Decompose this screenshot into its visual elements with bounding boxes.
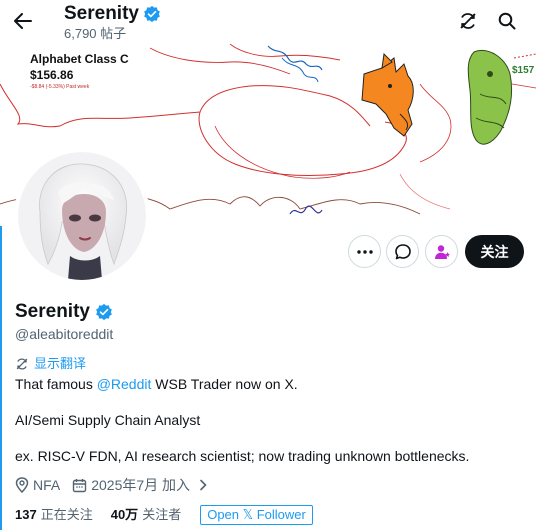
more-button[interactable] (348, 235, 381, 268)
header-title: Serenity 6,790 帖子 (64, 3, 161, 42)
back-button[interactable] (10, 6, 36, 36)
message-button[interactable] (386, 235, 419, 268)
translate-icon (16, 358, 28, 370)
verified-badge-icon[interactable] (95, 303, 113, 321)
avatar[interactable] (14, 148, 150, 284)
location: NFA (15, 476, 60, 494)
location-text: NFA (33, 477, 61, 493)
header-name: Serenity (64, 3, 139, 24)
translate-label: 显示翻译 (34, 356, 87, 371)
back-arrow-icon (14, 13, 32, 29)
calendar-icon (73, 478, 87, 492)
followers-count: 40万 (110, 507, 139, 522)
bio-line-2: AI/Semi Supply Chain Analyst (15, 412, 201, 428)
chevron-right-icon[interactable] (198, 479, 208, 491)
search-button[interactable] (493, 7, 521, 35)
verified-badge-icon (144, 5, 160, 23)
followers-link[interactable]: 40万 关注者 (111, 506, 181, 524)
refresh-button[interactable] (454, 7, 482, 35)
location-icon (15, 477, 29, 493)
followers-label: 关注者 (142, 507, 182, 522)
stock-name: Alphabet Class C (30, 52, 129, 66)
following-label: 正在关注 (40, 507, 93, 522)
open-follower-button[interactable]: Open 𝕏 Follower (200, 505, 313, 525)
focus-indicator (0, 226, 2, 530)
translate-button[interactable]: 显示翻译 (15, 356, 86, 372)
refresh-icon (460, 13, 476, 29)
follow-stats: 137 正在关注 40万 关注者 Open 𝕏 Follower (15, 505, 313, 525)
message-icon (394, 243, 411, 259)
stock-card: Alphabet Class C $156.86 -$8.84 (-5.33%)… (30, 52, 129, 91)
following-count: 137 (15, 507, 37, 522)
following-link[interactable]: 137 正在关注 (15, 506, 93, 524)
profile-header: Serenity 6,790 帖子 (0, 0, 536, 44)
join-date: 2025年7月 加入 (72, 476, 208, 494)
stock-price: $156.86 (30, 68, 74, 82)
banner-price-label: $157 (512, 65, 535, 76)
profile-name: Serenity (15, 301, 90, 322)
more-icon (356, 249, 373, 254)
subscribe-person-icon (434, 244, 450, 259)
join-date-text: 2025年7月 加入 (91, 477, 191, 493)
follow-button[interactable]: 关注 (465, 235, 524, 268)
reddit-mention-link[interactable]: @Reddit (97, 376, 152, 392)
avatar-image (18, 152, 146, 280)
subscribe-button[interactable] (425, 235, 458, 268)
profile-name-row: Serenity (15, 301, 113, 323)
bio-line-3: ex. RISC-V FDN, AI research scientist; n… (15, 448, 470, 464)
posts-count: 6,790 帖子 (64, 26, 127, 41)
profile-meta: NFA 2025年7月 加入 (15, 476, 208, 494)
stock-change: -$8.84 (-5.33%) Past week (30, 84, 90, 90)
search-icon (498, 12, 516, 30)
bio-line-1: That famous @Reddit WSB Trader now on X. (15, 376, 298, 392)
profile-handle: @aleabitoreddit (15, 326, 114, 342)
